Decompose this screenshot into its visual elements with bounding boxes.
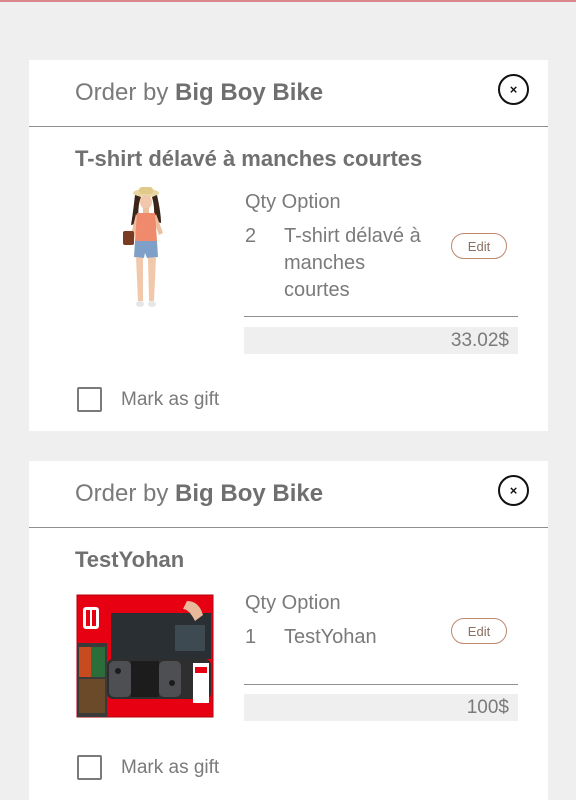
price: 100$ [244,694,518,721]
price-divider [244,684,518,685]
shop-name: Big Boy Bike [175,79,324,106]
order-card-header: Order by Big Boy Bike × [29,60,548,127]
product-image [75,183,215,323]
close-icon[interactable]: × [498,74,529,105]
qty-option-header: Qty Option [245,592,341,614]
qty-value: 2 [245,225,257,247]
order-by-heading: Order by Big Boy Bike [75,480,323,508]
close-icon[interactable]: × [498,475,529,506]
order-card: Order by Big Boy Bike × T-shirt délavé à… [29,60,548,431]
mark-as-gift[interactable]: Mark as gift [77,387,219,412]
mark-as-gift[interactable]: Mark as gift [77,755,219,780]
qty-value: 1 [245,626,257,648]
gift-label: Mark as gift [121,388,220,410]
order-card: Order by Big Boy Bike × TestYohan Qty Op… [29,461,548,800]
product-title: TestYohan [75,547,185,572]
option-value: TestYohan [284,626,377,648]
shop-name: Big Boy Bike [175,480,324,507]
gift-checkbox[interactable] [77,755,102,780]
order-card-header: Order by Big Boy Bike × [29,461,548,528]
gift-label: Mark as gift [121,756,220,778]
order-by-prefix: Order by [75,79,176,106]
order-by-prefix: Order by [75,480,176,507]
price: 33.02$ [244,327,518,354]
gift-checkbox[interactable] [77,387,102,412]
edit-button[interactable]: Edit [451,233,507,259]
top-accent-line [0,0,576,2]
order-by-heading: Order by Big Boy Bike [75,79,323,107]
price-divider [244,316,518,317]
qty-option-header: Qty Option [245,191,341,213]
product-image [75,591,215,721]
edit-button[interactable]: Edit [451,618,507,644]
option-value: T-shirt délavé à manches courtes [284,225,421,301]
product-title: T-shirt délavé à manches courtes [75,146,423,171]
